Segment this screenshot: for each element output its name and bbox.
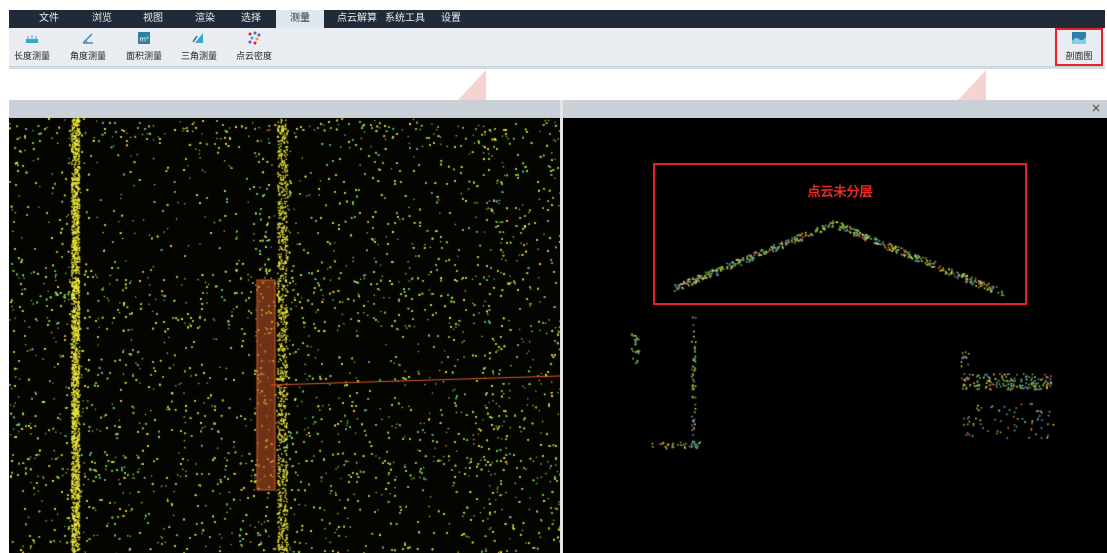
profile-icon: [1072, 32, 1086, 44]
menu-file[interactable]: 文件: [29, 10, 69, 28]
menu-view[interactable]: 视图: [133, 10, 173, 28]
pointcloud-density-button[interactable]: 点云密度: [231, 30, 277, 64]
triangle-icon: [192, 33, 203, 43]
triangle-measure-label: 三角测量: [180, 52, 217, 62]
profile-section-viewport[interactable]: 点云未分层: [563, 118, 1107, 553]
menu-select[interactable]: 选择: [231, 10, 271, 28]
length-measure-button[interactable]: 长度测量: [9, 30, 55, 64]
annotation-box: 点云未分层: [653, 163, 1027, 305]
right-viewport-header: ×: [563, 100, 1107, 118]
svg-text:m²: m²: [139, 36, 149, 44]
area-measure-label: 面积测量: [125, 52, 162, 62]
annotation-label: 点云未分层: [807, 185, 873, 200]
pointcloud-density-label: 点云密度: [235, 52, 272, 62]
menu-settings[interactable]: 设置: [431, 10, 471, 28]
watermark-shape: [958, 70, 986, 100]
ribbon-toolbar: 长度测量 角度测量 m² 面积测量 三角测量 点云密度 剖面图: [9, 28, 1105, 67]
pointcloud-3d-viewport[interactable]: [9, 118, 560, 553]
menu-render[interactable]: 渲染: [185, 10, 225, 28]
watermark-shape: [458, 70, 486, 100]
profile-view-label: 剖面图: [1065, 52, 1093, 62]
menu-pointcloud-solve[interactable]: 点云解算: [331, 10, 383, 28]
length-measure-label: 长度测量: [13, 52, 50, 62]
triangle-measure-button[interactable]: 三角测量: [176, 30, 222, 64]
area-measure-button[interactable]: m² 面积测量: [121, 30, 167, 64]
profile-view-button[interactable]: 剖面图: [1055, 28, 1103, 66]
angle-measure-button[interactable]: 角度测量: [65, 30, 111, 64]
menu-browse[interactable]: 浏览: [82, 10, 122, 28]
menu-measure[interactable]: 测量: [276, 10, 324, 28]
pointcloud-canvas[interactable]: [9, 118, 560, 553]
ruler-icon: [26, 35, 38, 43]
angle-icon: [82, 33, 93, 44]
area-icon: m²: [138, 32, 150, 44]
left-viewport-header: [9, 100, 560, 118]
density-icon: [248, 31, 261, 45]
toolbar-separator: [9, 67, 1105, 69]
menu-bar: 文件 浏览 视图 渲染 选择 测量 点云解算 系统工具 设置: [0, 0, 1107, 28]
menu-system-tools[interactable]: 系统工具: [379, 10, 431, 28]
close-icon[interactable]: ×: [1091, 101, 1101, 115]
menu-bar-inner: 文件 浏览 视图 渲染 选择 测量 点云解算 系统工具 设置: [9, 10, 1105, 28]
angle-measure-label: 角度测量: [69, 52, 106, 62]
